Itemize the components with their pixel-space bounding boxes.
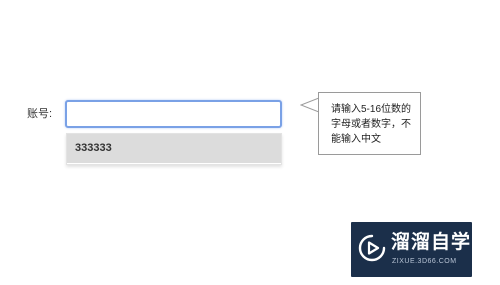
- autocomplete-dropdown: 333333: [66, 133, 282, 165]
- validation-tooltip: 请输入5-16位数的 字母或者数字，不 能输入中文: [318, 92, 421, 155]
- watermark-brand-name: 溜溜自学: [391, 232, 472, 253]
- account-form-screen: 账号: 333333 请输入5-16位数的 字母或者数字，不 能输入中文 溜溜自…: [0, 0, 500, 285]
- autocomplete-option[interactable]: 333333: [67, 134, 281, 163]
- tooltip-text-line-1: 请输入5-16位数的: [331, 104, 412, 115]
- account-input[interactable]: [65, 100, 282, 128]
- tooltip-text-line-3: 能输入中文: [331, 134, 381, 145]
- watermark-url: ZIXUE.3D66.COM: [392, 258, 457, 265]
- tooltip-pointer-icon: [300, 97, 319, 113]
- watermark-badge: 溜溜自学 ZIXUE.3D66.COM: [351, 222, 472, 277]
- play-circle-logo-icon: [358, 234, 386, 262]
- tooltip-text-line-2: 字母或者数字，不: [331, 119, 411, 130]
- account-label: 账号:: [27, 108, 53, 120]
